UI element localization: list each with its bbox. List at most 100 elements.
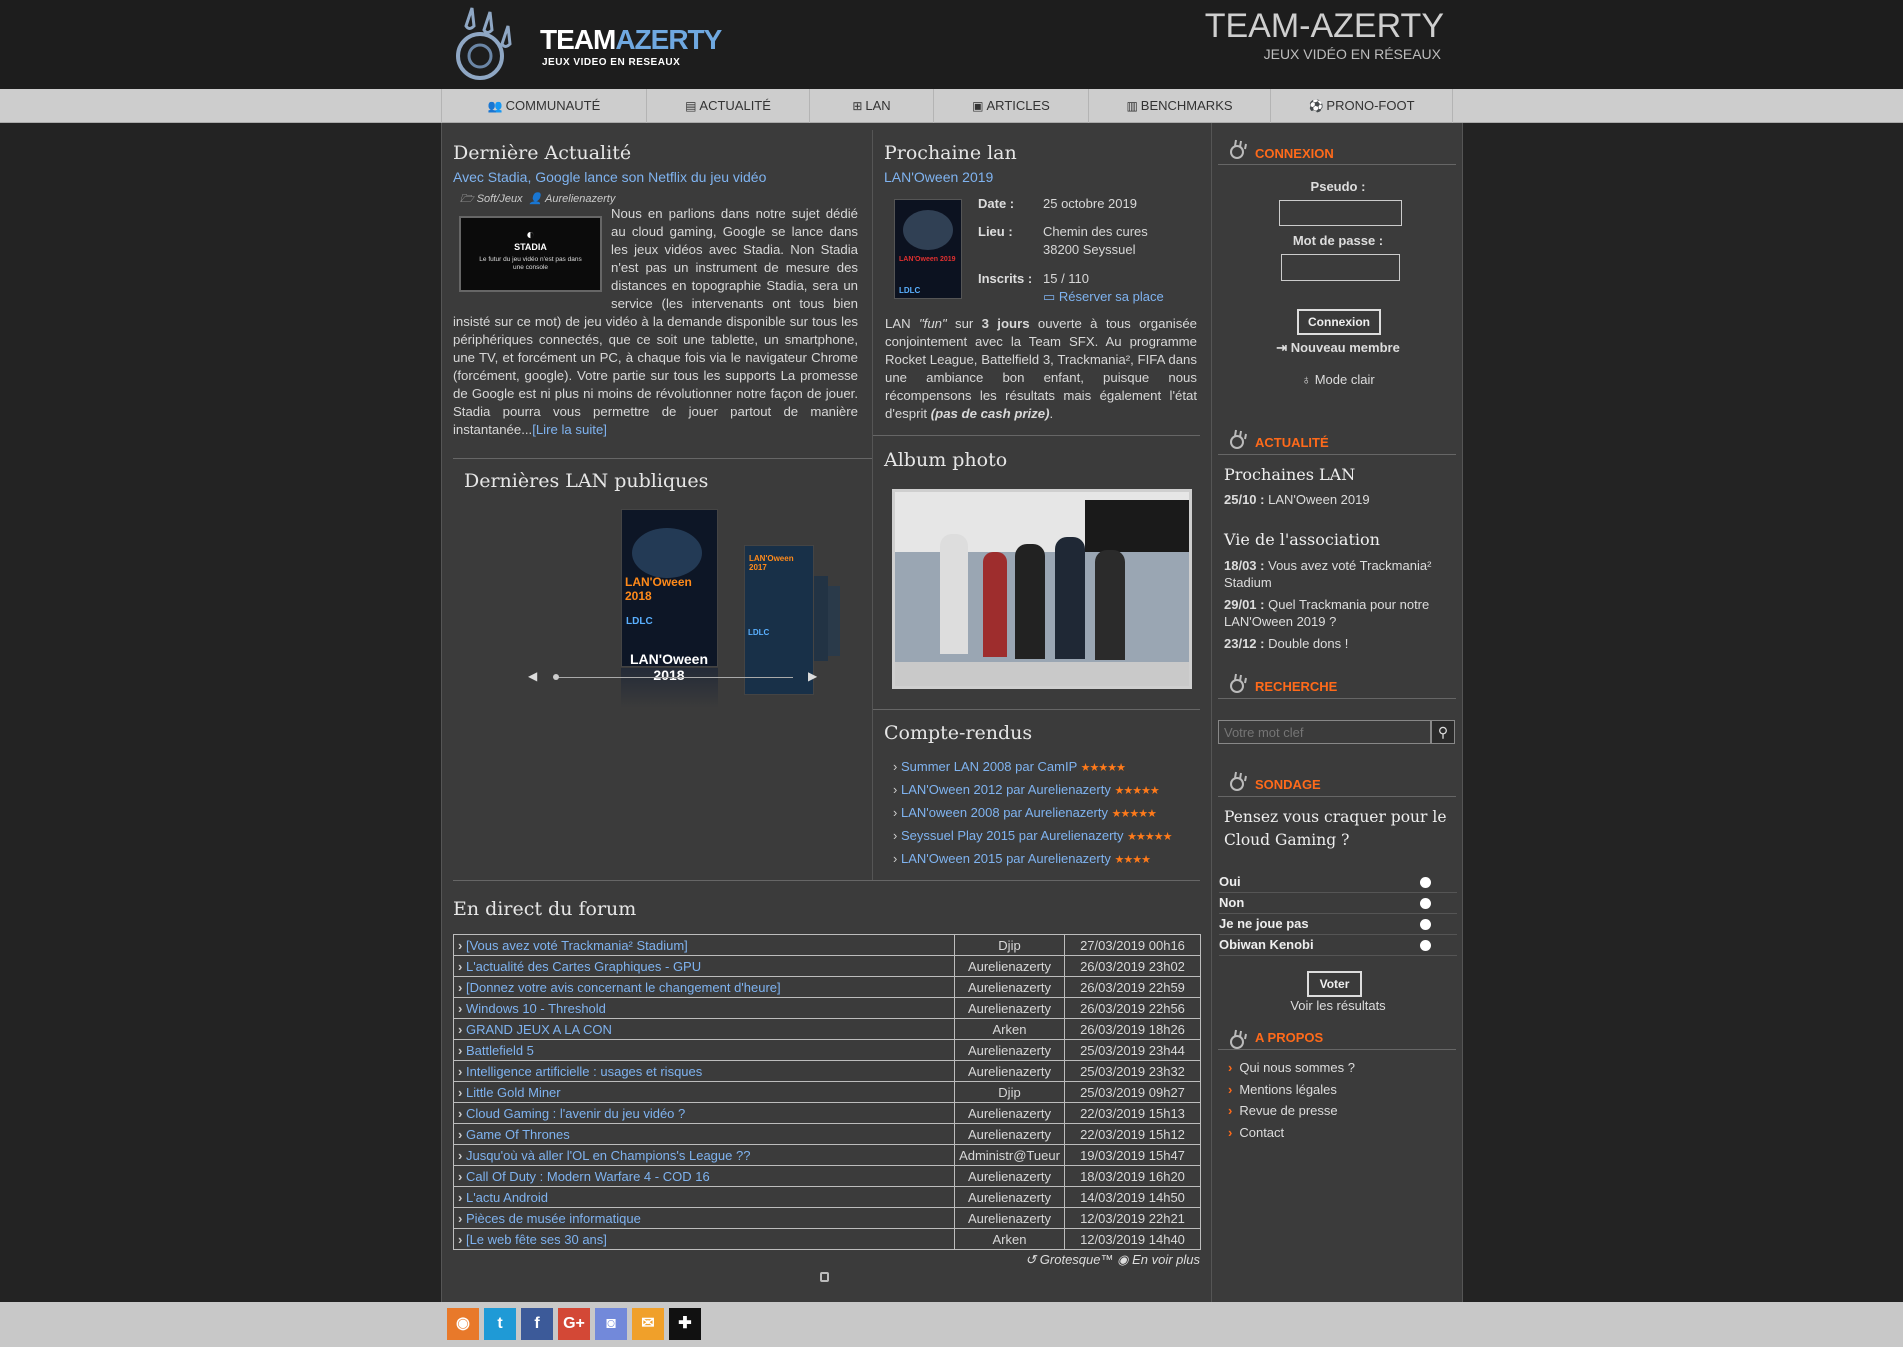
next-lan-poster[interactable]: LAN'Oween 2019 LDLC bbox=[894, 199, 962, 299]
forum-topic-link[interactable]: [Le web fête ses 30 ans] bbox=[466, 1232, 607, 1247]
lan-poster-2018[interactable]: LAN'Oween 2018 LDLC bbox=[621, 509, 718, 667]
forum-row[interactable]: › Cloud Gaming : l'avenir du jeu vidéo ?… bbox=[453, 1102, 1201, 1124]
forum-topic-cell[interactable]: › [Vous avez voté Trackmania² Stadium] bbox=[453, 934, 955, 956]
next-lan-link[interactable]: LAN'Oween 2019 bbox=[884, 169, 993, 185]
chat-icon[interactable]: ✉ bbox=[632, 1308, 664, 1340]
poll-radio[interactable] bbox=[1420, 877, 1431, 888]
next-lan-entry[interactable]: 25/10 : LAN'Oween 2019 bbox=[1224, 492, 1370, 507]
about-link[interactable]: › Mentions légales bbox=[1228, 1079, 1355, 1101]
poll-results-link[interactable]: Voir les résultats bbox=[1218, 998, 1458, 1013]
vote-button[interactable]: Voter bbox=[1307, 971, 1362, 997]
album-photo[interactable] bbox=[892, 489, 1192, 689]
report-item[interactable]: › LAN'Oween 2015 par Aurelienazerty ★★★★ bbox=[893, 847, 1193, 870]
see-more-link[interactable]: En voir plus bbox=[1132, 1252, 1200, 1267]
rss-icon[interactable]: ◉ bbox=[447, 1308, 479, 1340]
read-more-link[interactable]: [Lire la suite] bbox=[532, 422, 607, 437]
forum-row[interactable]: › Little Gold Miner Djip 25/03/2019 09h27 bbox=[453, 1081, 1201, 1103]
forum-topic-cell[interactable]: › GRAND JEUX A LA CON bbox=[453, 1018, 955, 1040]
forum-topic-cell[interactable]: › Windows 10 - Threshold bbox=[453, 997, 955, 1019]
forum-topic-cell[interactable]: › Jusqu'où và aller l'OL en Champions's … bbox=[453, 1144, 955, 1166]
lan-poster-2017[interactable]: LAN'Oween 2017 LDLC bbox=[744, 545, 814, 695]
forum-topic-cell[interactable]: › Game Of Thrones bbox=[453, 1123, 955, 1145]
password-input[interactable] bbox=[1281, 254, 1400, 281]
carousel-slider-handle[interactable] bbox=[553, 674, 559, 680]
poll-radio[interactable] bbox=[1420, 898, 1431, 909]
new-member-link[interactable]: ⇥ Nouveau membre bbox=[1218, 340, 1458, 356]
twitter-icon[interactable]: t bbox=[484, 1308, 516, 1340]
poll-radio[interactable] bbox=[1420, 919, 1431, 930]
about-link[interactable]: › Qui nous sommes ? bbox=[1228, 1057, 1355, 1079]
forum-row[interactable]: › Pièces de musée informatique Aurelienaz… bbox=[453, 1207, 1201, 1229]
forum-topic-link[interactable]: Call Of Duty : Modern Warfare 4 - COD 16 bbox=[466, 1169, 710, 1184]
nav-item-prono-foot[interactable]: ⚽ PRONO-FOOT bbox=[1271, 89, 1453, 123]
nav-item-communaute[interactable]: 👥 COMMUNAUTÉ bbox=[441, 89, 647, 123]
forum-row[interactable]: › [Le web fête ses 30 ans] Arken 12/03/201… bbox=[453, 1228, 1201, 1250]
forum-topic-cell[interactable]: › Battlefield 5 bbox=[453, 1039, 955, 1061]
poll-option[interactable]: Je ne joue pas bbox=[1219, 914, 1457, 935]
lan-poster-stack[interactable] bbox=[814, 576, 828, 661]
association-news-item[interactable]: 23/12 : Double dons ! bbox=[1224, 635, 1456, 652]
search-button[interactable]: ⚲ bbox=[1431, 720, 1455, 744]
news-category-link[interactable]: Soft/Jeux bbox=[477, 193, 523, 205]
google-plus-icon[interactable]: G+ bbox=[558, 1308, 590, 1340]
forum-row[interactable]: › GRAND JEUX A LA CON Arken 26/03/2019 18h… bbox=[453, 1018, 1201, 1040]
forum-topic-link[interactable]: [Donnez votre avis concernant le changem… bbox=[466, 980, 781, 995]
discord-icon[interactable]: ◙ bbox=[595, 1308, 627, 1340]
about-link[interactable]: › Contact bbox=[1228, 1122, 1355, 1144]
forum-row[interactable]: › Jusqu'où và aller l'OL en Champions's … bbox=[453, 1144, 1201, 1166]
lan-poster-stack[interactable] bbox=[828, 586, 840, 656]
forum-topic-cell[interactable]: › Pièces de musée informatique bbox=[453, 1207, 955, 1229]
forum-topic-cell[interactable]: › Cloud Gaming : l'avenir du jeu vidéo ? bbox=[453, 1102, 955, 1124]
pseudo-input[interactable] bbox=[1279, 200, 1402, 226]
forum-topic-link[interactable]: L'actualité des Cartes Graphiques - GPU bbox=[466, 959, 701, 974]
forum-topic-cell[interactable]: › Call Of Duty : Modern Warfare 4 - COD … bbox=[453, 1165, 955, 1187]
gift-icon[interactable]: ✚ bbox=[669, 1308, 701, 1340]
report-item[interactable]: › Summer LAN 2008 par CamIP ★★★★★ bbox=[893, 755, 1193, 778]
forum-topic-link[interactable]: Pièces de musée informatique bbox=[466, 1211, 641, 1226]
forum-topic-link[interactable]: Little Gold Miner bbox=[466, 1085, 561, 1100]
forum-topic-link[interactable]: Battlefield 5 bbox=[466, 1043, 534, 1058]
carousel-next-button[interactable]: ▶ bbox=[808, 669, 817, 683]
logo-wordmark[interactable]: TEAMAZERTY bbox=[540, 26, 722, 54]
forum-row[interactable]: › [Vous avez voté Trackmania² Stadium] Dj… bbox=[453, 934, 1201, 956]
poll-option[interactable]: Non bbox=[1219, 893, 1457, 914]
forum-topic-link[interactable]: Jusqu'où và aller l'OL en Champions's Le… bbox=[466, 1148, 750, 1163]
nav-item-benchmarks[interactable]: ▥ BENCHMARKS bbox=[1089, 89, 1271, 123]
poll-option[interactable]: Oui bbox=[1219, 872, 1457, 893]
nav-item-lan[interactable]: ⊞ LAN bbox=[810, 89, 934, 123]
forum-topic-link[interactable]: Intelligence artificielle : usages et ri… bbox=[466, 1064, 702, 1079]
forum-topic-link[interactable]: [Vous avez voté Trackmania² Stadium] bbox=[466, 938, 688, 953]
forum-row[interactable]: › L'actu Android Aurelienazerty 14/03/2019… bbox=[453, 1186, 1201, 1208]
latest-news-title-link[interactable]: Avec Stadia, Google lance son Netflix du… bbox=[453, 169, 766, 185]
facebook-icon[interactable]: f bbox=[521, 1308, 553, 1340]
forum-row[interactable]: › Windows 10 - Threshold Aurelienazerty 26… bbox=[453, 997, 1201, 1019]
grotesque-link[interactable]: Grotesque™ bbox=[1040, 1252, 1114, 1267]
forum-topic-link[interactable]: Cloud Gaming : l'avenir du jeu vidéo ? bbox=[466, 1106, 685, 1121]
report-item[interactable]: › LAN'oween 2008 par Aurelienazerty ★★★★… bbox=[893, 801, 1193, 824]
poll-radio[interactable] bbox=[1420, 940, 1431, 951]
forum-topic-cell[interactable]: › L'actu Android bbox=[453, 1186, 955, 1208]
report-item[interactable]: › Seyssuel Play 2015 par Aurelienazerty … bbox=[893, 824, 1193, 847]
forum-row[interactable]: › Game Of Thrones Aurelienazerty 22/03/201… bbox=[453, 1123, 1201, 1145]
forum-topic-link[interactable]: Windows 10 - Threshold bbox=[466, 1001, 606, 1016]
search-input[interactable] bbox=[1218, 720, 1431, 744]
poll-option[interactable]: Obiwan Kenobi bbox=[1219, 935, 1457, 956]
login-button[interactable]: Connexion bbox=[1297, 309, 1381, 335]
nav-item-articles[interactable]: ▣ ARTICLES bbox=[934, 89, 1089, 123]
association-news-item[interactable]: 29/01 : Quel Trackmania pour notre LAN'O… bbox=[1224, 596, 1456, 630]
association-news-item[interactable]: 18/03 : Vous avez voté Trackmania² Stadi… bbox=[1224, 557, 1456, 591]
forum-row[interactable]: › L'actualité des Cartes Graphiques - GP… bbox=[453, 955, 1201, 977]
forum-topic-link[interactable]: GRAND JEUX A LA CON bbox=[466, 1022, 612, 1037]
carousel-slider-track[interactable] bbox=[555, 677, 793, 678]
light-mode-toggle[interactable]: ♁ Mode clair bbox=[1218, 372, 1458, 387]
carousel-prev-button[interactable]: ◀ bbox=[528, 669, 537, 683]
forum-row[interactable]: › [Donnez votre avis concernant le chang… bbox=[453, 976, 1201, 998]
nav-item-actualite[interactable]: ▤ ACTUALITÉ bbox=[647, 89, 810, 123]
forum-topic-cell[interactable]: › L'actualité des Cartes Graphiques - GP… bbox=[453, 955, 955, 977]
forum-row[interactable]: › Battlefield 5 Aurelienazerty 25/03/2019 … bbox=[453, 1039, 1201, 1061]
forum-topic-cell[interactable]: › [Le web fête ses 30 ans] bbox=[453, 1228, 955, 1250]
report-item[interactable]: › LAN'Oween 2012 par Aurelienazerty ★★★★… bbox=[893, 778, 1193, 801]
forum-topic-link[interactable]: Game Of Thrones bbox=[466, 1127, 570, 1142]
forum-row[interactable]: › Intelligence artificielle : usages et … bbox=[453, 1060, 1201, 1082]
forum-topic-cell[interactable]: › [Donnez votre avis concernant le chang… bbox=[453, 976, 955, 998]
